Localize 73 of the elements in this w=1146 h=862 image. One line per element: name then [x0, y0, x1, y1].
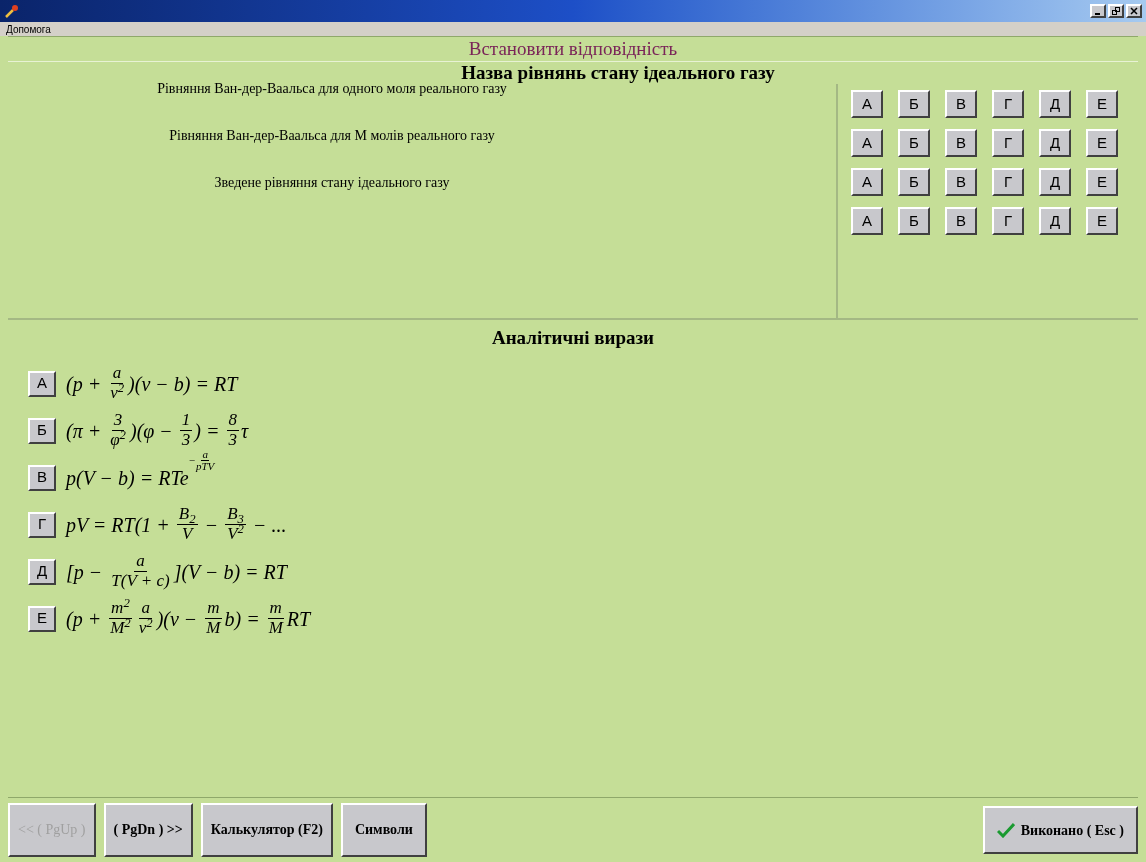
formula-text: RT — [286, 606, 311, 632]
nav-button[interactable]: Символи — [340, 803, 427, 857]
nav-button[interactable]: Калькулятор (F2) — [200, 803, 333, 857]
fraction: m$^{2}$ M$^{2}$ — [108, 599, 133, 638]
formula-text: (p + — [66, 606, 103, 633]
section-title: Аналітичні вирази — [490, 326, 656, 350]
minimize-button[interactable] — [1090, 4, 1106, 18]
fraction: B$_{3}$ V$^{2}$ — [225, 505, 246, 544]
formula-text: (π + — [66, 418, 103, 445]
statement-text: Зведене рівняння стану ідеального газу — [214, 174, 450, 192]
fraction: 1 3 — [179, 411, 193, 450]
answer-letter-button[interactable]: В — [945, 207, 977, 235]
letter-button[interactable]: А — [28, 370, 56, 397]
formula-text: )(φ − — [129, 418, 174, 445]
menu-item[interactable]: Допомога — [6, 21, 51, 37]
formula-text: )(v − b) = RT — [128, 371, 238, 398]
close-button[interactable] — [1126, 4, 1142, 18]
answer-letter-button[interactable]: Е — [1086, 90, 1118, 118]
restore-icon — [1112, 7, 1120, 15]
answer-letter-button[interactable]: Б — [898, 168, 930, 196]
answer-letter-button[interactable]: Г — [992, 90, 1024, 118]
fraction: a v$^{2}$ — [137, 599, 154, 638]
formula-text: )(v − — [156, 606, 199, 633]
statement-text: Рівняння Ван-дер-Ваальса для M молів реального газу — [169, 127, 495, 145]
fraction: 8 3 — [226, 411, 239, 450]
formula-text: − ... — [251, 512, 287, 538]
answer-letter-button[interactable]: Е — [1086, 129, 1118, 157]
formula-text: b) = — [224, 606, 261, 632]
answer-letter-button[interactable]: Г — [992, 129, 1024, 157]
answer-letter-button[interactable]: Д — [1039, 129, 1071, 157]
answer-letter-button[interactable]: В — [945, 90, 977, 118]
answer-letter-button[interactable]: А — [851, 90, 883, 118]
answer-letter-button[interactable]: В — [945, 129, 977, 157]
fraction: 3 φ$^{2}$ — [109, 411, 127, 450]
answer-letter-button[interactable]: Б — [898, 207, 930, 235]
close-icon — [1130, 7, 1138, 15]
answer-letter-button[interactable]: А — [851, 207, 883, 235]
answer-letter-button[interactable]: В — [945, 168, 977, 196]
formula-text: (p + — [66, 371, 103, 398]
formula-text: p(V − b) = RTe — [66, 465, 189, 492]
answer-letter-button[interactable]: Г — [992, 168, 1024, 196]
answer-letter-button[interactable]: Б — [898, 129, 930, 157]
done-button[interactable]: Виконано ( Esc ) — [982, 806, 1138, 854]
letter-button[interactable]: Д — [28, 558, 56, 585]
answer-letter-button[interactable]: Д — [1039, 90, 1071, 118]
fraction: a v$^{2}$ — [109, 364, 126, 403]
restore-button[interactable] — [1108, 4, 1124, 18]
letter-button[interactable]: Б — [28, 417, 56, 444]
answer-letter-button[interactable]: Д — [1039, 207, 1071, 235]
letter-button[interactable]: Е — [28, 605, 56, 632]
nav-button[interactable]: ( PgDn ) >> — [103, 803, 193, 857]
fraction: a T(V + c) — [110, 552, 171, 591]
letter-button[interactable]: В — [28, 464, 56, 491]
answer-letter-button[interactable]: Б — [898, 90, 930, 118]
checkmark-icon — [996, 822, 1015, 838]
formula-text: pV = RT(1 + — [66, 512, 171, 539]
app-icon — [4, 3, 20, 19]
letter-button[interactable]: Г — [28, 511, 56, 538]
formula-text: ](V − b) = RT — [173, 559, 287, 586]
answer-letter-button[interactable]: Е — [1086, 168, 1118, 196]
formula-text: ) = — [194, 418, 221, 445]
page-title: Встановити відповідність — [468, 36, 678, 61]
fraction: m M — [266, 599, 285, 638]
answer-letter-button[interactable]: Е — [1086, 207, 1118, 235]
answer-letter-button[interactable]: Д — [1039, 168, 1071, 196]
formula-text: − — [203, 512, 220, 538]
answer-letter-button[interactable]: А — [851, 168, 883, 196]
formula-text: τ — [241, 418, 249, 444]
fraction: m M — [204, 599, 223, 638]
fraction: B$_{2}$ V — [176, 505, 198, 544]
formula-text: [p − — [66, 559, 104, 586]
answer-letter-button[interactable]: А — [851, 129, 883, 157]
answer-letter-button[interactable]: Г — [992, 207, 1024, 235]
